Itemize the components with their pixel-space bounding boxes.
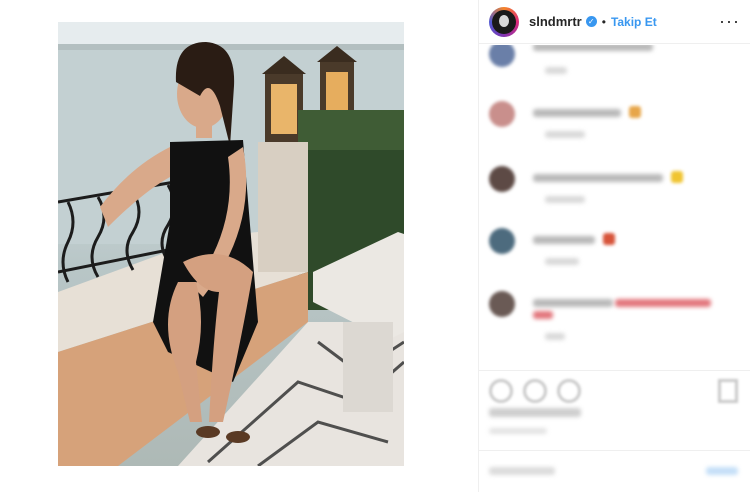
list-item — [489, 101, 744, 151]
commenter-avatar[interactable] — [489, 101, 515, 127]
more-options-icon[interactable]: ··· — [719, 12, 740, 30]
comment-meta-blurred — [545, 131, 585, 138]
emoji-icon — [671, 171, 683, 183]
bookmark-icon[interactable] — [718, 379, 738, 403]
comment-icon[interactable] — [523, 379, 547, 403]
header-separator: • — [601, 14, 606, 29]
photo-illustration — [58, 22, 404, 466]
comment-text-blurred — [615, 299, 711, 307]
likes-count-blurred[interactable] — [489, 408, 581, 417]
post-photo[interactable] — [58, 22, 404, 466]
post-actions — [479, 370, 750, 410]
comments-list[interactable] — [479, 45, 750, 365]
add-comment-input[interactable] — [489, 467, 555, 475]
post-header: slndmrtr ✓ • Takip Et ··· — [479, 0, 750, 44]
commenter-avatar[interactable] — [489, 166, 515, 192]
comment-text-blurred — [533, 311, 553, 319]
list-item — [489, 228, 744, 278]
commenter-avatar[interactable] — [489, 291, 515, 317]
comment-text-blurred — [533, 299, 613, 307]
share-icon[interactable] — [557, 379, 581, 403]
comment-meta-blurred — [545, 67, 567, 74]
comment-text-blurred — [533, 45, 653, 51]
post-media-area — [0, 0, 478, 492]
author-username[interactable]: slndmrtr — [529, 14, 582, 29]
commenter-avatar[interactable] — [489, 228, 515, 254]
emoji-icon — [603, 233, 615, 245]
author-avatar-image — [492, 9, 516, 34]
comment-text-blurred — [533, 174, 663, 182]
follow-button[interactable]: Takip Et — [611, 15, 657, 29]
instagram-post-view: slndmrtr ✓ • Takip Et ··· — [0, 0, 750, 492]
list-item — [489, 45, 744, 91]
comment-text-blurred — [533, 109, 621, 117]
comment-text-blurred — [533, 236, 595, 244]
post-side-panel: slndmrtr ✓ • Takip Et ··· — [479, 0, 750, 492]
post-date-blurred — [489, 428, 547, 434]
add-comment-bar — [479, 450, 750, 492]
list-item — [489, 166, 744, 216]
comment-meta-blurred — [545, 196, 585, 203]
verified-badge-icon: ✓ — [585, 16, 597, 27]
comment-meta-blurred — [545, 258, 579, 265]
emoji-icon — [629, 106, 641, 118]
post-comment-button[interactable] — [706, 467, 738, 475]
like-icon[interactable] — [489, 379, 513, 403]
commenter-avatar[interactable] — [489, 45, 515, 67]
author-avatar[interactable] — [489, 6, 519, 37]
list-item — [489, 291, 744, 341]
comment-meta-blurred — [545, 333, 565, 340]
